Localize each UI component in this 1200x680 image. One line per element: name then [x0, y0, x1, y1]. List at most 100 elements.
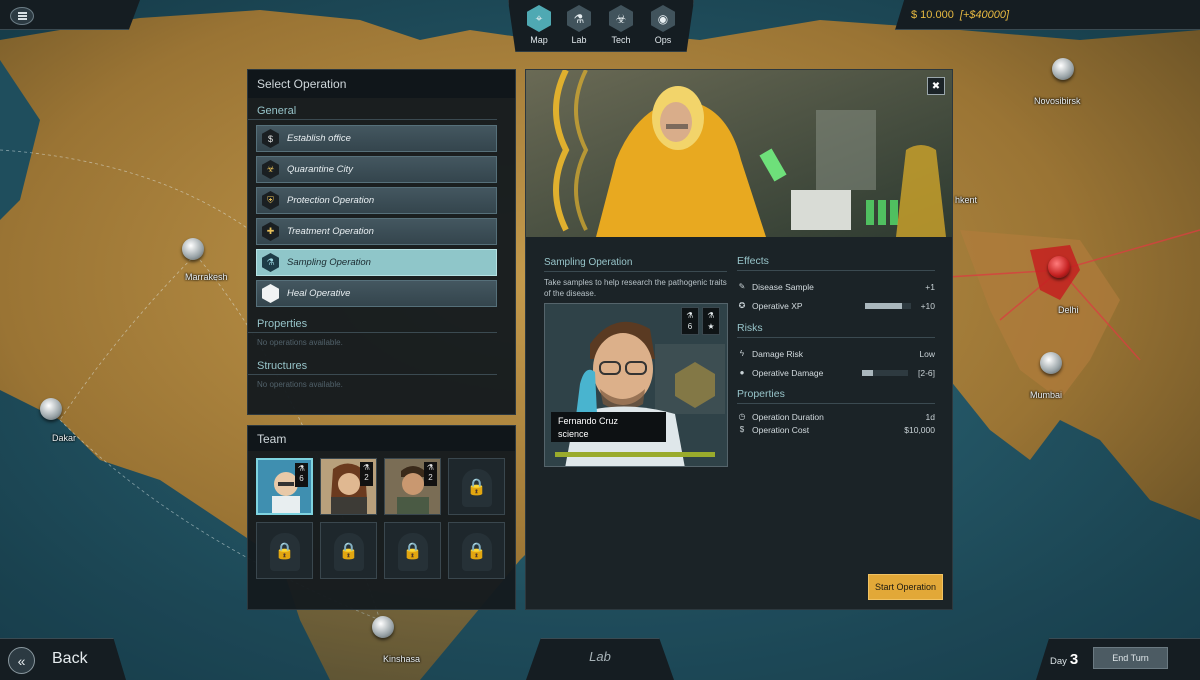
op-quarantine-city[interactable]: ☣ Quarantine City [256, 156, 497, 183]
flask-icon: ⚗ [426, 463, 435, 472]
op-treatment-operation[interactable]: ✚ Treatment Operation [256, 218, 497, 245]
nav-tech[interactable]: ☣ Tech [601, 5, 641, 45]
lightning-icon: ϟ [739, 349, 745, 358]
city-label-mumbai: Mumbai [1030, 390, 1063, 400]
flask-icon: ⚗ [362, 463, 371, 472]
locked-slot: 🔒 [448, 458, 505, 515]
nav-ops[interactable]: ◉ Ops [643, 5, 683, 45]
structures-empty-note: No operations available. [257, 380, 343, 389]
op-heal-operative[interactable]: ⬢ Heal Operative [256, 280, 497, 307]
main-nav: ⌖ Map ⚗ Lab ☣ Tech ◉ Ops [508, 0, 694, 52]
city-marker-icon[interactable] [372, 616, 394, 638]
risk-value: [2-6] [917, 367, 935, 378]
locked-slot: 🔒 [448, 522, 505, 579]
income-value: [+$40000] [959, 9, 1010, 21]
flask-icon: ⚗ [707, 311, 715, 320]
agent-name-box: Fernando Cruz science [551, 412, 666, 442]
risk-row: ● Operative Damage [2-6] [737, 363, 935, 382]
effect-value: +10 [920, 300, 935, 311]
properties-section-label: Properties [248, 311, 497, 333]
back-button[interactable]: « [8, 647, 35, 674]
clock-icon: ◷ [738, 412, 746, 421]
agent-health-bar [555, 452, 715, 457]
back-label[interactable]: Back [52, 650, 88, 668]
city-marker-icon[interactable] [182, 238, 204, 260]
op-protection-operation[interactable]: ⛨ Protection Operation [256, 187, 497, 214]
operation-list: $ Establish office ☣ Quarantine City ⛨ P… [248, 120, 515, 307]
shield-icon: ⛨ [262, 191, 279, 210]
money-value: $ 10.000 [911, 9, 954, 21]
damage-bar-fill [861, 369, 874, 376]
xp-bar [864, 302, 911, 309]
op-sampling-operation[interactable]: ⚗ Sampling Operation [256, 249, 497, 276]
effect-label: Disease Sample [752, 281, 814, 292]
operation-detail-panel: ✖ Sampling Operation Take samples to hel… [525, 69, 953, 610]
effect-value: +1 [925, 281, 935, 292]
agent-name: Fernando Cruz [558, 416, 619, 426]
bottom-right-bar: Day 3 End Turn [1036, 638, 1200, 680]
op-establish-office[interactable]: $ Establish office [256, 125, 497, 152]
op-label: Protection Operation [287, 195, 375, 206]
property-row: ◷ Operation Duration 1d [737, 410, 936, 423]
locked-slot: 🔒 [256, 522, 313, 579]
effects-heading: Effects [737, 255, 935, 271]
op-label: Establish office [287, 133, 351, 144]
level-value: 2 [428, 473, 433, 482]
funds-bar: $ 10.000 [+$40000] [895, 0, 1200, 30]
flask-icon: ⚗ [297, 464, 306, 473]
team-member-slot[interactable]: ⚗ 2 [384, 458, 441, 515]
day-label: Day [1050, 656, 1067, 667]
context-label: Lab [526, 638, 674, 680]
nav-lab[interactable]: ⚗ Lab [559, 5, 599, 45]
lock-icon: 🔒 [466, 542, 487, 560]
select-operation-panel: Select Operation General $ Establish off… [247, 69, 516, 415]
effect-row: ✪ Operative XP +10 [737, 296, 935, 315]
agent-rank-badge: ⚗ ★ [702, 307, 720, 335]
level-badge: ⚗ 6 [295, 463, 308, 487]
close-button[interactable]: ✖ [927, 77, 945, 95]
city-label-dakar: Dakar [52, 433, 77, 443]
flask-icon: ⚗ [567, 5, 591, 32]
city-marker-icon[interactable] [40, 398, 62, 420]
infected-city-marker-icon[interactable] [1048, 256, 1070, 278]
level-value: 2 [364, 473, 369, 482]
chevron-left-icon: « [17, 652, 26, 669]
day-value: 3 [1069, 651, 1079, 668]
city-label-marrakesh: Marrakesh [185, 272, 228, 282]
effects-section: Effects ✎ Disease Sample +1 ✪ Operative … [737, 255, 935, 315]
city-marker-icon[interactable] [1040, 352, 1062, 374]
effect-row: ✎ Disease Sample +1 [737, 277, 935, 296]
city-marker-icon[interactable] [1052, 58, 1074, 80]
effect-label: Operative XP [752, 300, 803, 311]
map-marker-icon: ⌖ [527, 5, 551, 32]
agent-icon: ◉ [651, 5, 675, 32]
bottom-left-bar: « Back [0, 638, 126, 680]
menu-icon[interactable] [10, 7, 34, 25]
team-member-slot[interactable]: ⚗ 6 [256, 458, 313, 515]
operation-description: Take samples to help research the pathog… [544, 278, 727, 298]
start-operation-button[interactable]: Start Operation [868, 574, 943, 600]
risk-value: Low [919, 348, 935, 359]
end-turn-button[interactable]: End Turn [1093, 647, 1168, 669]
lock-icon: 🔒 [402, 542, 423, 560]
level-badge: ⚗ 2 [360, 462, 373, 486]
risk-label: Damage Risk [752, 348, 804, 359]
team-member-slot[interactable]: ⚗ 2 [320, 458, 377, 515]
city-label-delhi: Delhi [1058, 305, 1079, 315]
properties-empty-note: No operations available. [257, 338, 343, 347]
day-counter: Day 3 [1050, 651, 1078, 668]
locked-slot: 🔒 [384, 522, 441, 579]
city-label-kinshasa: Kinshasa [383, 654, 421, 664]
assigned-operative-card[interactable]: ⚗ 6 ⚗ ★ Fernando Cruz science [544, 303, 728, 467]
operation-illustration [526, 70, 952, 237]
damage-bar [861, 369, 908, 376]
team-title: Team [248, 426, 515, 451]
risks-section: Risks ϟ Damage Risk Low ● Operative Dama… [737, 322, 935, 382]
nav-map[interactable]: ⌖ Map [519, 5, 559, 45]
team-grid: ⚗ 6 ⚗ 2 ⚗ 2 🔒 🔒 🔒 🔒 🔒 [248, 451, 515, 586]
property-value: $10,000 [904, 424, 935, 435]
heal-hex-icon: ⬢ [262, 284, 279, 303]
risk-row: ϟ Damage Risk Low [737, 344, 935, 363]
op-label: Sampling Operation [287, 257, 371, 268]
operation-title: Sampling Operation [544, 257, 727, 272]
